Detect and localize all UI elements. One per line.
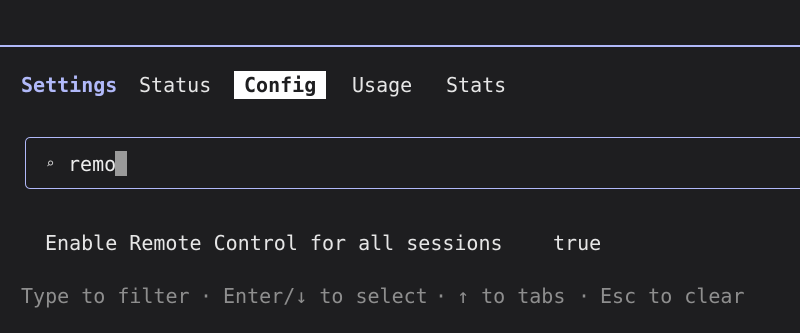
hint-separator: · [200, 284, 213, 308]
tab-config[interactable]: Config [234, 71, 327, 99]
top-divider [0, 45, 800, 47]
hint-separator: · [435, 284, 448, 308]
hint-separator: · [578, 284, 591, 308]
search-icon: ⌕ [46, 156, 55, 172]
text-cursor [115, 151, 127, 176]
hint-filter: Type to filter [21, 284, 190, 308]
settings-title: Settings [21, 73, 118, 97]
tab-status[interactable]: Status [139, 71, 211, 99]
search-input[interactable]: ⌕ remo [25, 137, 800, 189]
setting-row-label[interactable]: Enable Remote Control for all sessions [45, 229, 503, 257]
hint-tabs: ↑ to tabs [457, 284, 566, 308]
hint-clear: Esc to clear [600, 284, 745, 308]
search-query[interactable]: remo [68, 150, 116, 178]
setting-row-value[interactable]: true [553, 229, 601, 257]
tab-stats[interactable]: Stats [446, 71, 506, 99]
hint-select: Enter/↓ to select [223, 284, 428, 308]
tab-usage[interactable]: Usage [352, 71, 412, 99]
